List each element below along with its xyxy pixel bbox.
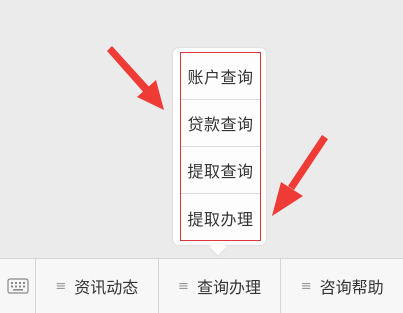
- menu-lines-icon: ≡: [300, 278, 312, 294]
- tab-news[interactable]: ≡ 资讯动态: [36, 259, 159, 313]
- tab-label: 咨询帮助: [319, 278, 384, 297]
- keyboard-toggle-button[interactable]: [0, 259, 36, 313]
- tab-label: 查询办理: [196, 278, 261, 297]
- menu-lines-icon: ≡: [178, 278, 189, 294]
- tab-label: 资讯动态: [74, 278, 139, 297]
- keyboard-icon: [6, 278, 29, 294]
- menu-lines-icon: ≡: [55, 278, 67, 294]
- tab-query-process[interactable]: ≡ 查询办理: [159, 259, 282, 313]
- highlight-frame: [180, 52, 261, 241]
- tab-help[interactable]: ≡ 咨询帮助: [281, 259, 403, 313]
- bottom-menu-bar: ≡ 资讯动态 ≡ 查询办理 ≡ 咨询帮助: [0, 258, 403, 313]
